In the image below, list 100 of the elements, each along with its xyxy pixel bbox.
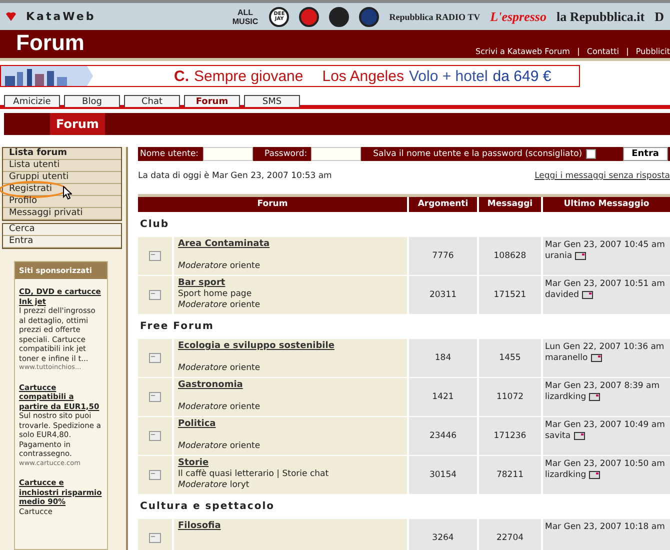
site-title: Forum bbox=[16, 30, 84, 56]
user-link[interactable]: lizardking bbox=[545, 470, 586, 480]
moderator-text: Moderatore loryt bbox=[178, 480, 250, 491]
nav-tab[interactable]: Amicizie bbox=[4, 95, 60, 107]
forum-link[interactable]: Politica bbox=[178, 419, 403, 430]
partner-logo[interactable]: Repubblica RADIO TV bbox=[389, 12, 480, 22]
last-post-date: Lun Gen 22, 2007 10:36 am bbox=[545, 342, 666, 353]
remember-checkbox[interactable] bbox=[586, 149, 596, 159]
mail-icon[interactable] bbox=[574, 432, 585, 440]
checkbox-label: Salva il nome utente e la password (sconsigliato) bbox=[373, 149, 582, 159]
moderator-text: Moderatore oriente bbox=[178, 363, 262, 374]
category-title: Cultura e spettacolo bbox=[139, 500, 276, 514]
table-cell: 7776 bbox=[409, 237, 477, 275]
last-post-date: Mar Gen 23, 2007 10:45 am bbox=[545, 240, 666, 251]
table-cell: 22704 bbox=[479, 519, 541, 550]
login-button[interactable]: Entra bbox=[622, 147, 668, 161]
field-label: Password: bbox=[264, 149, 308, 159]
radio-logo-icon[interactable] bbox=[359, 6, 380, 26]
forum-folder-icon bbox=[149, 290, 161, 300]
banner-text: da 649 € bbox=[492, 68, 552, 84]
nav-tab[interactable]: SMS bbox=[244, 95, 300, 107]
forum-link[interactable]: Storie bbox=[178, 458, 403, 469]
table-cell: 171236 bbox=[479, 417, 541, 455]
column-header: Ultimo Messaggio bbox=[543, 197, 670, 212]
user-link[interactable]: maranello bbox=[545, 353, 588, 363]
mail-icon[interactable] bbox=[589, 470, 600, 479]
link-separator: | bbox=[626, 47, 629, 56]
category-title: Free Forum bbox=[139, 320, 215, 334]
moderator-text: Moderatore oriente bbox=[178, 300, 262, 311]
last-post-date: Mar Gen 23, 2007 10:49 am bbox=[545, 420, 666, 431]
menu-item[interactable]: Lista utenti bbox=[3, 160, 121, 172]
menu-item[interactable]: Profilo bbox=[3, 196, 121, 208]
banner-text: C. bbox=[174, 68, 189, 84]
mail-icon[interactable] bbox=[575, 252, 586, 260]
menu-item[interactable]: Cerca bbox=[3, 224, 121, 236]
moderator-text: Moderatore oriente bbox=[178, 402, 262, 413]
table-cell: 1455 bbox=[479, 339, 541, 377]
mail-icon[interactable] bbox=[589, 392, 600, 401]
table-cell: 23446 bbox=[409, 417, 477, 455]
banner-text: Sempre giovane bbox=[194, 68, 304, 84]
menu-item[interactable]: Gruppi utenti bbox=[3, 172, 121, 184]
last-post-date: Mar Gen 23, 2007 8:39 am bbox=[545, 381, 660, 392]
nav-tab[interactable]: Forum bbox=[184, 95, 240, 107]
unanswered-link[interactable]: Leggi i messaggi senza risposta bbox=[534, 171, 670, 181]
category-title: Club bbox=[139, 218, 170, 232]
header-link[interactable]: Pubblicit bbox=[636, 47, 670, 56]
cursor-icon bbox=[63, 186, 72, 200]
user-link[interactable]: savita bbox=[545, 431, 571, 441]
forum-link[interactable]: Ecologia e sviluppo sostenibile bbox=[178, 341, 403, 352]
column-header: Forum bbox=[138, 197, 407, 212]
last-post-date: Mar Gen 23, 2007 10:51 am bbox=[545, 279, 666, 290]
user-link[interactable]: urania bbox=[545, 251, 572, 261]
table-cell: 11072 bbox=[479, 378, 541, 416]
username-field[interactable] bbox=[202, 147, 253, 161]
forum-link[interactable]: Bar sport bbox=[178, 278, 403, 289]
partner-logo[interactable] bbox=[329, 6, 350, 26]
column-header: Messaggi bbox=[479, 197, 541, 212]
link-separator: | bbox=[576, 47, 580, 56]
banner-text: Volo + hotel bbox=[408, 68, 488, 84]
table-cell: 3264 bbox=[409, 519, 477, 550]
field-label: Nome utente: bbox=[140, 149, 199, 159]
forum-link[interactable]: Area Contaminata bbox=[178, 239, 403, 250]
nav-tab[interactable]: Blog bbox=[64, 95, 120, 107]
user-link[interactable]: davided bbox=[545, 290, 580, 300]
mail-icon[interactable] bbox=[590, 354, 602, 362]
menu-item[interactable]: Entra bbox=[3, 236, 121, 248]
partner-logo[interactable] bbox=[299, 6, 320, 26]
menu-item[interactable]: Lista forum bbox=[3, 148, 121, 160]
table-cell: 20311 bbox=[409, 276, 477, 314]
last-post-date: Mar Gen 23, 2007 10:18 am bbox=[545, 522, 666, 533]
partner-logo[interactable]: la Repubblica.it bbox=[556, 8, 645, 24]
banner-text: Los Angeles bbox=[322, 68, 404, 84]
forum-folder-icon bbox=[149, 431, 161, 441]
partner-logo[interactable]: ALL MUSIC bbox=[231, 8, 260, 26]
column-header: Argomenti bbox=[409, 197, 477, 212]
table-cell: 108628 bbox=[479, 237, 541, 275]
forum-folder-icon bbox=[149, 392, 161, 402]
forum-folder-icon bbox=[149, 470, 161, 480]
header-link[interactable]: Scrivi a Kataweb Forum bbox=[476, 47, 570, 56]
table-cell: 171521 bbox=[479, 276, 541, 314]
forum-link[interactable]: Gastronomia bbox=[178, 380, 403, 391]
forum-description: Il caffè quasi letterario | Storie chat bbox=[178, 469, 330, 480]
section-title: Forum bbox=[50, 113, 105, 135]
moderator-text: Moderatore oriente bbox=[178, 441, 262, 452]
partner-logo[interactable]: D bbox=[654, 8, 664, 24]
mail-icon[interactable] bbox=[582, 290, 594, 299]
last-post-date: Mar Gen 23, 2007 10:50 am bbox=[545, 459, 666, 470]
ad-banner[interactable]: C. Sempre giovane Los Angeles Volo + hotel da 649 € bbox=[0, 65, 580, 87]
forum-folder-icon bbox=[149, 533, 161, 543]
header-link[interactable]: Contatti bbox=[586, 47, 619, 56]
moderator-text: Moderatore oriente bbox=[178, 261, 262, 272]
user-link[interactable]: lizardking bbox=[545, 392, 586, 402]
nav-tab[interactable]: Chat bbox=[124, 95, 180, 107]
date-text: La data di oggi è Mar Gen 23, 2007 10:53 am bbox=[138, 171, 332, 181]
table-cell: 184 bbox=[409, 339, 477, 377]
forum-folder-icon bbox=[149, 251, 161, 261]
password-field[interactable] bbox=[311, 147, 362, 161]
menu-item[interactable]: Messaggi privati bbox=[3, 208, 121, 220]
brand-logo[interactable]: KataWeb bbox=[26, 10, 96, 23]
table-cell: 78211 bbox=[479, 456, 541, 494]
